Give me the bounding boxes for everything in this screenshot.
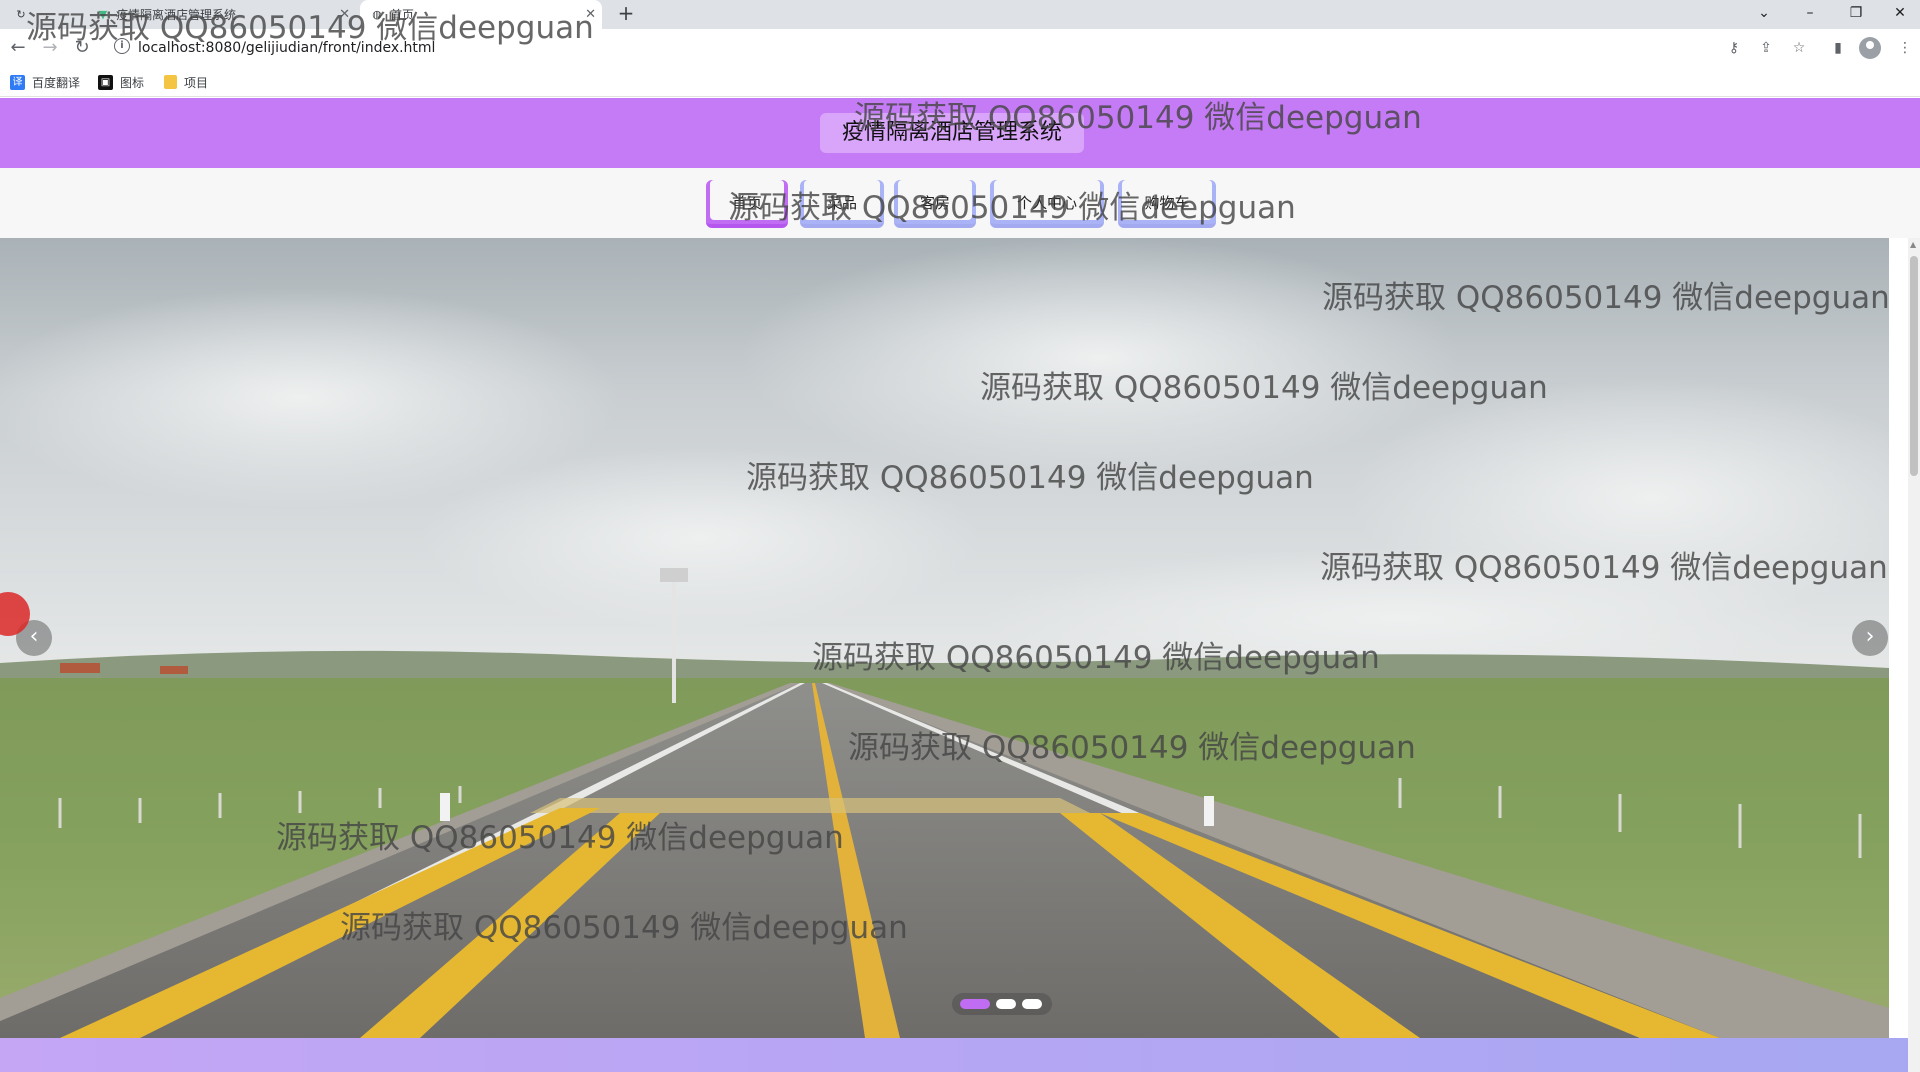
bookmark-label: 图标: [120, 75, 145, 90]
tab-search-icon[interactable]: ⌄: [1742, 0, 1786, 29]
watermark-text: 源码获取 QQ86050149 微信deepguan: [746, 460, 1314, 496]
key-icon[interactable]: ⚷: [1723, 37, 1745, 59]
watermark-text: 源码获取 QQ86050149 微信deepguan: [728, 190, 1296, 226]
bookmark-icons[interactable]: ▣ 图标: [98, 73, 144, 91]
scroll-thumb[interactable]: [1910, 256, 1918, 476]
page-scrollbar[interactable]: ▲: [1908, 238, 1920, 1072]
side-panel-icon[interactable]: ▮: [1827, 37, 1849, 59]
translate-icon: 译: [10, 74, 25, 90]
carousel-dot-3[interactable]: [1022, 999, 1042, 1009]
bookmark-label: 项目: [184, 75, 209, 90]
bookmark-projects[interactable]: 项目: [164, 73, 208, 91]
watermark-text: 源码获取 QQ86050149 微信deepguan: [1320, 550, 1888, 586]
close-window-icon[interactable]: ✕: [1878, 0, 1920, 29]
watermark-text: 源码获取 QQ86050149 微信deepguan: [980, 370, 1548, 406]
footer-strip: [0, 1038, 1908, 1072]
carousel-dot-2[interactable]: [996, 999, 1016, 1009]
share-icon[interactable]: ⇪: [1755, 37, 1777, 59]
menu-icon[interactable]: ⋮: [1894, 37, 1916, 59]
carousel-next-button[interactable]: ›: [1852, 620, 1888, 656]
scroll-up-icon[interactable]: ▲: [1910, 240, 1916, 249]
watermark-text: 源码获取 QQ86050149 微信deepguan: [340, 910, 908, 946]
watermark-text: 源码获取 QQ86050149 微信deepguan: [812, 640, 1380, 676]
carousel-indicators: [952, 993, 1052, 1015]
watermark-text: 源码获取 QQ86050149 微信deepguan: [848, 730, 1416, 766]
watermark-text: 源码获取 QQ86050149 微信deepguan: [276, 820, 844, 856]
watermark-text: 源码获取 QQ86050149 微信deepguan: [26, 10, 594, 46]
image-icon: ▣: [98, 74, 113, 90]
profile-avatar[interactable]: [1859, 37, 1881, 59]
folder-icon: [164, 75, 177, 89]
watermark-text: 源码获取 QQ86050149 微信deepguan: [854, 100, 1422, 136]
minimize-icon[interactable]: –: [1788, 0, 1832, 29]
restore-icon[interactable]: ❐: [1834, 0, 1878, 29]
carousel-dot-1[interactable]: [960, 999, 990, 1009]
new-tab-button[interactable]: +: [612, 0, 640, 29]
bookmark-label: 百度翻译: [32, 75, 81, 90]
bookmark-baidu-translate[interactable]: 译 百度翻译: [10, 73, 80, 91]
bookmark-star-icon[interactable]: ☆: [1788, 37, 1810, 59]
watermark-text: 源码获取 QQ86050149 微信deepguan: [1322, 280, 1890, 316]
